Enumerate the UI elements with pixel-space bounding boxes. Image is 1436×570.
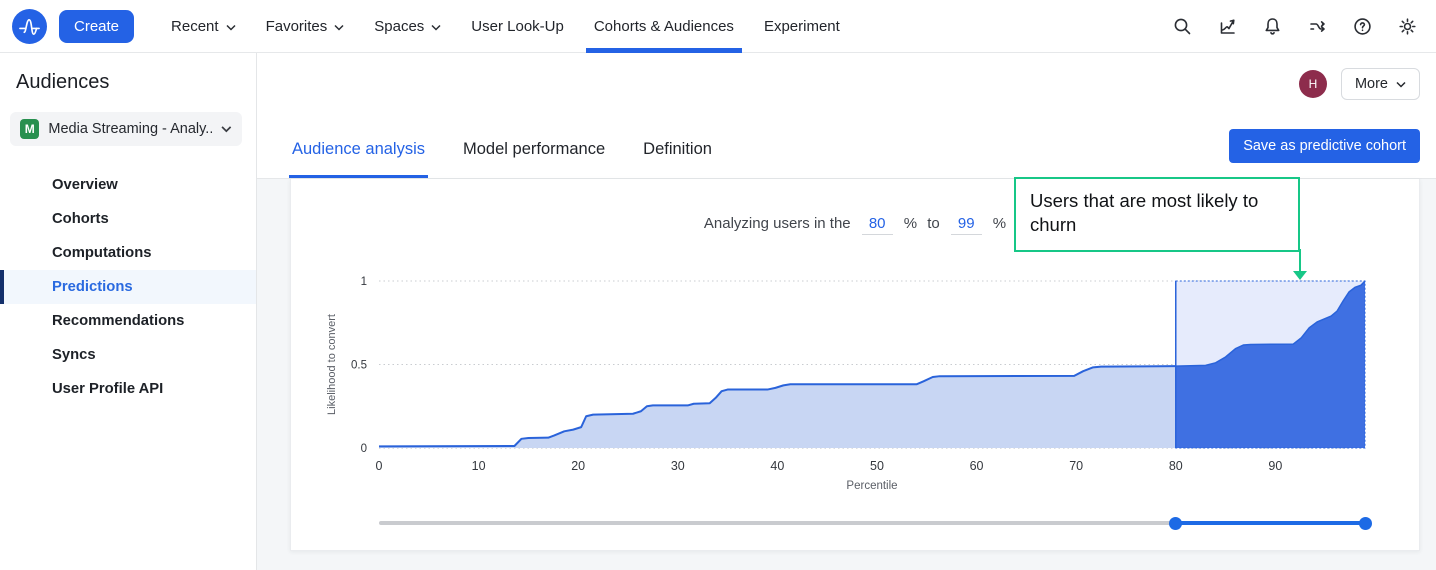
pulse-chart-icon[interactable] (1217, 16, 1238, 37)
svg-text:60: 60 (970, 459, 984, 473)
annotation-box: Users that are most likely to churn (1014, 177, 1300, 252)
svg-text:0: 0 (376, 459, 383, 473)
content-area: Analyzing users in the 80 % to 99 % User… (257, 179, 1436, 570)
sidebar-item-predictions[interactable]: Predictions (0, 270, 256, 304)
nav-item-cohorts-audiences[interactable]: Cohorts & Audiences (579, 0, 749, 53)
slider-handle-min[interactable] (1169, 517, 1182, 530)
nav-item-label: Spaces (374, 18, 424, 35)
chevron-down-icon (221, 125, 232, 133)
sidebar-item-syncs[interactable]: Syncs (0, 338, 256, 372)
svg-text:10: 10 (472, 459, 486, 473)
nav-item-spaces[interactable]: Spaces (359, 0, 456, 53)
save-as-predictive-cohort-button[interactable]: Save as predictive cohort (1229, 129, 1420, 163)
nav-item-label: Experiment (764, 18, 840, 35)
search-icon[interactable] (1172, 16, 1193, 37)
shuffle-icon[interactable] (1307, 16, 1328, 37)
svg-text:30: 30 (671, 459, 685, 473)
sidebar-item-overview[interactable]: Overview (0, 168, 256, 202)
percentile-to-input[interactable]: 99 (951, 213, 982, 235)
slider-active-range[interactable] (1176, 521, 1365, 525)
sidebar-item-computations[interactable]: Computations (0, 236, 256, 270)
nav-item-label: Favorites (266, 18, 328, 35)
nav-item-experiment[interactable]: Experiment (749, 0, 855, 53)
nav-item-recent[interactable]: Recent (156, 0, 251, 53)
analyzing-prefix: Analyzing users in the (704, 215, 851, 232)
svg-text:40: 40 (770, 459, 784, 473)
tab-model-performance[interactable]: Model performance (461, 140, 607, 178)
svg-text:80: 80 (1169, 459, 1183, 473)
svg-text:Percentile: Percentile (846, 480, 897, 492)
tab-definition[interactable]: Definition (641, 140, 714, 178)
project-selector[interactable]: M Media Streaming - Analy... (10, 112, 242, 146)
svg-text:20: 20 (571, 459, 585, 473)
to-word: to (927, 215, 940, 232)
chevron-down-icon (431, 24, 441, 31)
nav-item-user-lookup[interactable]: User Look-Up (456, 0, 579, 53)
nav-item-label: Recent (171, 18, 219, 35)
analysis-card: Analyzing users in the 80 % to 99 % User… (290, 179, 1420, 551)
annotation-arrow-icon (1292, 249, 1308, 280)
primary-nav: Recent Favorites Spaces User Look-Up Coh… (156, 0, 855, 53)
nav-icon-group (1172, 16, 1418, 37)
svg-text:50: 50 (870, 459, 884, 473)
chevron-down-icon (1396, 81, 1406, 88)
svg-text:Likelihood to convert: Likelihood to convert (326, 314, 338, 415)
top-nav: Create Recent Favorites Spaces User Look… (0, 0, 1436, 53)
help-icon[interactable] (1352, 16, 1373, 37)
nav-item-favorites[interactable]: Favorites (251, 0, 360, 53)
avatar[interactable]: H (1299, 70, 1327, 98)
sidebar-item-recommendations[interactable]: Recommendations (0, 304, 256, 338)
svg-text:70: 70 (1069, 459, 1083, 473)
svg-text:0.5: 0.5 (351, 360, 367, 372)
tab-bar: Audience analysis Model performance Defi… (257, 115, 1436, 179)
sidebar-menu: Overview Cohorts Computations Prediction… (0, 168, 256, 406)
bell-icon[interactable] (1262, 16, 1283, 37)
svg-text:0: 0 (361, 443, 367, 455)
percent-sign: % (904, 215, 917, 232)
more-button[interactable]: More (1341, 68, 1420, 100)
nav-item-label: User Look-Up (471, 18, 564, 35)
content-header: H More (257, 53, 1436, 115)
slider-handle-max[interactable] (1359, 517, 1372, 530)
sidebar: Audiences M Media Streaming - Analy... O… (0, 53, 257, 570)
gear-icon[interactable] (1397, 16, 1418, 37)
nav-item-label: Cohorts & Audiences (594, 18, 734, 35)
amplitude-logo-icon[interactable] (12, 9, 47, 44)
percentile-from-input[interactable]: 80 (862, 213, 893, 235)
likelihood-chart: 0 0.5 1 Likelihood to convert 0 10 20 30 40 50 60 7… (315, 267, 1400, 499)
create-button[interactable]: Create (59, 10, 134, 43)
chevron-down-icon (226, 24, 236, 31)
percentile-range-slider (379, 516, 1365, 530)
project-badge: M (20, 119, 39, 139)
svg-text:1: 1 (361, 276, 367, 288)
main-area: H More Audience analysis Model performan… (257, 53, 1436, 570)
svg-text:90: 90 (1268, 459, 1282, 473)
chevron-down-icon (334, 24, 344, 31)
more-label: More (1355, 76, 1388, 92)
sidebar-item-user-profile-api[interactable]: User Profile API (0, 372, 256, 406)
page-title: Audiences (0, 71, 256, 94)
project-name: Media Streaming - Analy... (48, 121, 212, 137)
percent-sign: % (993, 215, 1006, 232)
sidebar-item-cohorts[interactable]: Cohorts (0, 202, 256, 236)
tab-audience-analysis[interactable]: Audience analysis (290, 140, 427, 178)
